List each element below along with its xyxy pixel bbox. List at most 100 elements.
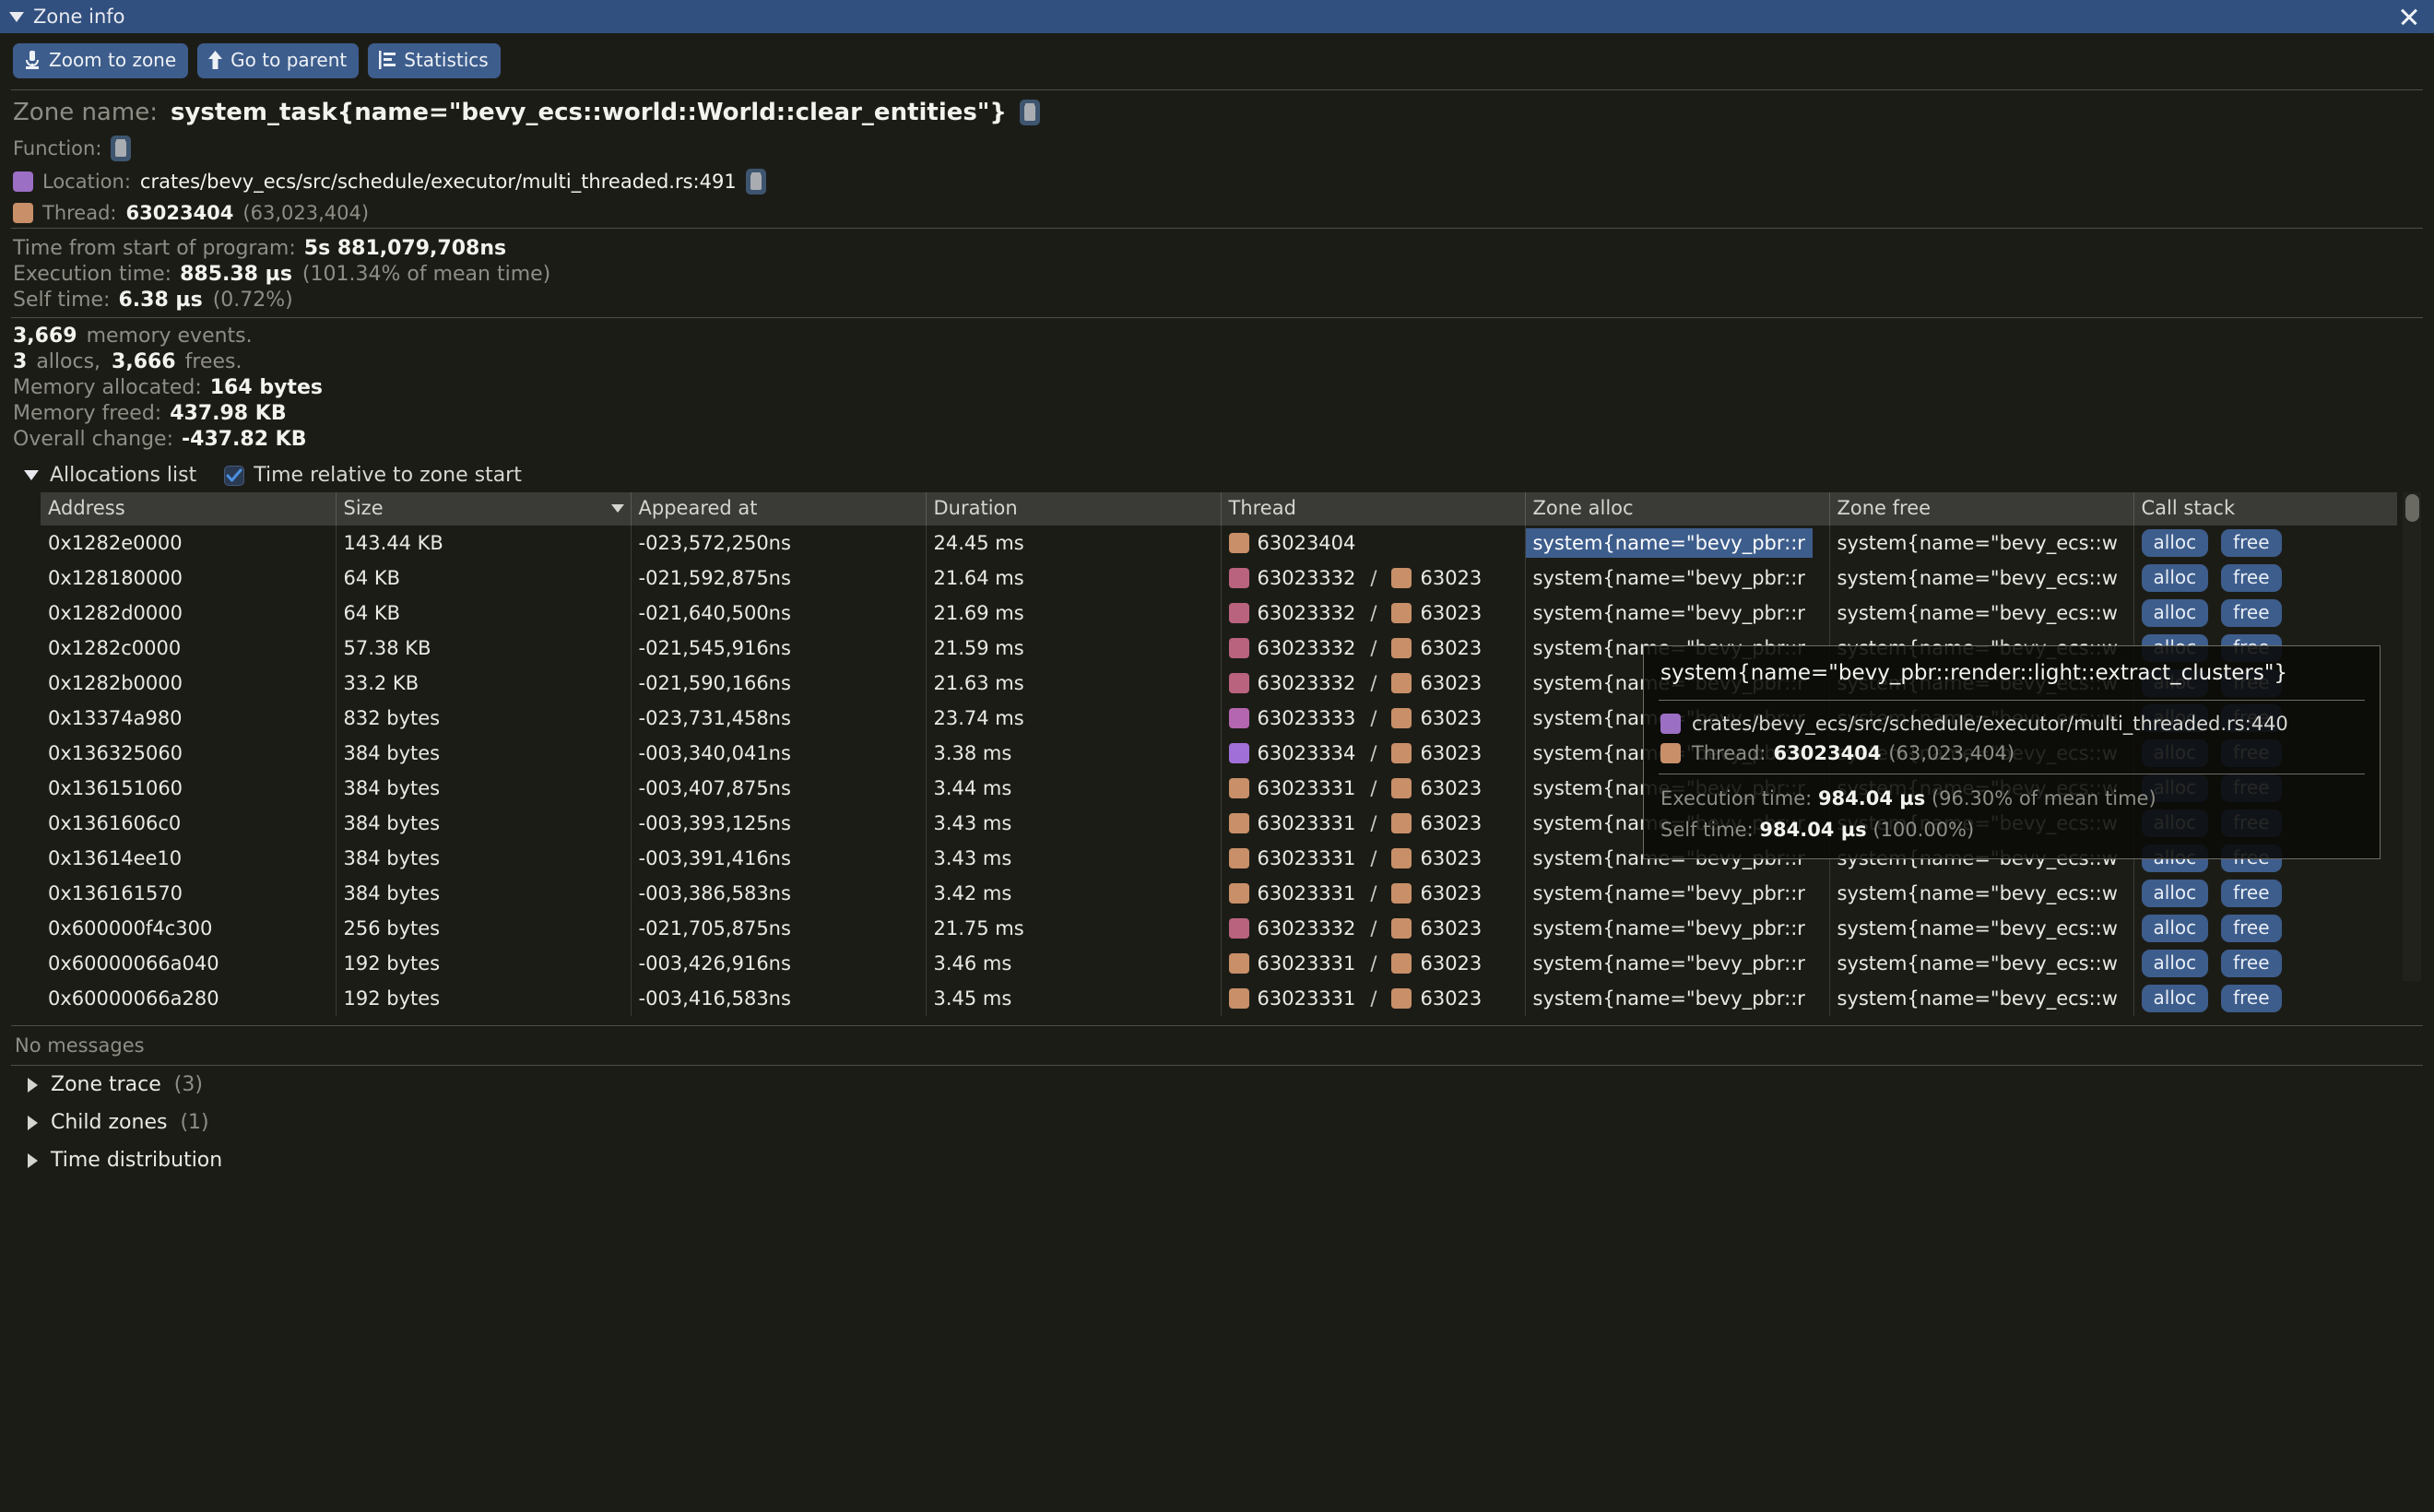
zone-alloc-value[interactable]: system{name="bevy_pbr::r xyxy=(1533,567,1805,589)
go-to-parent-button[interactable]: Go to parent xyxy=(197,43,360,78)
free-callstack-button[interactable]: free xyxy=(2221,529,2282,557)
cell-zone-alloc[interactable]: system{name="bevy_pbr::r xyxy=(1525,596,1830,631)
zone-free-value[interactable]: system{name="bevy_ecs::w xyxy=(1837,602,2118,624)
thread-separator: / xyxy=(1370,882,1377,904)
column-header-call-stack[interactable]: Call stack xyxy=(2133,492,2397,526)
allocations-collapse-triangle-down-icon[interactable] xyxy=(24,470,39,480)
alloc-callstack-button[interactable]: alloc xyxy=(2141,915,2209,942)
cell-zone-alloc[interactable]: system{name="bevy_pbr::r xyxy=(1525,946,1830,981)
column-header-thread[interactable]: Thread xyxy=(1221,492,1526,526)
cell-appeared-at: -003,416,583ns xyxy=(631,981,927,1016)
scrollbar-thumb[interactable] xyxy=(2405,494,2419,522)
cell-zone-alloc[interactable]: system{name="bevy_pbr::r xyxy=(1525,526,1830,561)
time-relative-checkbox[interactable] xyxy=(224,465,245,486)
free-callstack-button[interactable]: free xyxy=(2221,599,2282,627)
table-row[interactable]: 0x136161570 384 bytes -003,386,583ns 3.42 m… xyxy=(41,876,2397,911)
free-callstack-button[interactable]: free xyxy=(2221,880,2282,907)
alloc-callstack-button[interactable]: alloc xyxy=(2141,599,2209,627)
function-row: Function: xyxy=(11,132,2423,165)
table-row[interactable]: 0x60000066a280 192 bytes -003,416,583ns 3.4… xyxy=(41,981,2397,1016)
zone-free-value[interactable]: system{name="bevy_ecs::w xyxy=(1837,987,2118,1010)
location-value[interactable]: crates/bevy_ecs/src/schedule/executor/mu… xyxy=(140,171,737,193)
execution-time-value: 885.38 µs xyxy=(180,263,292,286)
alloc-callstack-button[interactable]: alloc xyxy=(2141,880,2209,907)
alloc-callstack-button[interactable]: alloc xyxy=(2141,950,2209,977)
zone-free-value[interactable]: system{name="bevy_ecs::w xyxy=(1837,952,2118,975)
cell-zone-free[interactable]: system{name="bevy_ecs::w xyxy=(1829,596,2134,631)
zone-trace-section[interactable]: Zone trace (3) xyxy=(11,1066,2423,1104)
zoom-to-zone-button[interactable]: Zoom to zone xyxy=(13,43,189,78)
cell-zone-free[interactable]: system{name="bevy_ecs::w xyxy=(1829,526,2134,561)
thread-separator: / xyxy=(1370,917,1377,939)
allocations-table-scrollbar[interactable] xyxy=(2403,492,2421,981)
copy-zone-name-clipboard-icon[interactable] xyxy=(1019,100,1040,125)
tooltip-execution-time-row: Execution time: 984.04 µs (96.30% of mea… xyxy=(1659,783,2365,814)
execution-time-pct: (101.34% of mean time) xyxy=(301,263,551,286)
free-callstack-button[interactable]: free xyxy=(2221,950,2282,977)
memory-allocated-label: Memory allocated: xyxy=(13,376,202,399)
cell-thread: 63023331 / 63023 xyxy=(1221,771,1526,806)
thread-b-color-swatch xyxy=(1391,953,1412,974)
cell-duration: 3.45 ms xyxy=(926,981,1222,1016)
child-zones-section[interactable]: Child zones (1) xyxy=(11,1104,2423,1141)
thread-b-color-swatch xyxy=(1391,568,1412,588)
cell-zone-alloc[interactable]: system{name="bevy_pbr::r xyxy=(1525,981,1830,1016)
zone-alloc-value[interactable]: system{name="bevy_pbr::r xyxy=(1533,602,1805,624)
cell-zone-alloc[interactable]: system{name="bevy_pbr::r xyxy=(1525,876,1830,911)
zone-alloc-value[interactable]: system{name="bevy_pbr::r xyxy=(1533,917,1805,939)
cell-size: 384 bytes xyxy=(336,876,632,911)
table-row[interactable]: 0x1282e0000 143.44 KB -023,572,250ns 24.45 … xyxy=(41,526,2397,561)
cell-zone-free[interactable]: system{name="bevy_ecs::w xyxy=(1829,876,2134,911)
alloc-callstack-button[interactable]: alloc xyxy=(2141,564,2209,592)
time-distribution-triangle-right-icon[interactable] xyxy=(28,1152,38,1168)
column-header-zone-alloc[interactable]: Zone alloc xyxy=(1525,492,1830,526)
free-callstack-button[interactable]: free xyxy=(2221,564,2282,592)
cell-zone-free[interactable]: system{name="bevy_ecs::w xyxy=(1829,981,2134,1016)
zone-alloc-value[interactable]: system{name="bevy_pbr::r xyxy=(1533,987,1805,1010)
thread-b-id: 63023 xyxy=(1420,987,1483,1010)
time-distribution-section[interactable]: Time distribution xyxy=(11,1141,2423,1179)
table-row[interactable]: 0x600000f4c300 256 bytes -021,705,875ns 21.… xyxy=(41,911,2397,946)
zone-free-value[interactable]: system{name="bevy_ecs::w xyxy=(1837,917,2118,939)
zone-free-value[interactable]: system{name="bevy_ecs::w xyxy=(1837,532,2118,554)
zone-alloc-value[interactable]: system{name="bevy_pbr::r xyxy=(1533,882,1805,904)
cell-zone-free[interactable]: system{name="bevy_ecs::w xyxy=(1829,946,2134,981)
thread-b-color-swatch xyxy=(1391,603,1412,623)
cell-duration: 21.59 ms xyxy=(926,631,1222,666)
column-header-duration[interactable]: Duration xyxy=(926,492,1222,526)
cell-zone-alloc[interactable]: system{name="bevy_pbr::r xyxy=(1525,911,1830,946)
column-header-zone-free[interactable]: Zone free xyxy=(1829,492,2134,526)
statistics-button[interactable]: Statistics xyxy=(368,43,501,78)
column-header-address[interactable]: Address xyxy=(41,492,337,526)
alloc-callstack-button[interactable]: alloc xyxy=(2141,529,2209,557)
zone-free-value[interactable]: system{name="bevy_ecs::w xyxy=(1837,882,2118,904)
zone-alloc-value[interactable]: system{name="bevy_pbr::r xyxy=(1533,952,1805,975)
memory-freed-value: 437.98 KB xyxy=(170,402,287,425)
time-relative-checkbox-label[interactable]: Time relative to zone start xyxy=(254,464,522,487)
copy-function-clipboard-icon[interactable] xyxy=(111,136,132,161)
cell-zone-alloc[interactable]: system{name="bevy_pbr::r xyxy=(1525,561,1830,596)
zone-trace-triangle-right-icon[interactable] xyxy=(28,1077,38,1093)
alloc-callstack-button[interactable]: alloc xyxy=(2141,985,2209,1012)
cell-address: 0x1282d0000 xyxy=(41,596,337,631)
column-header-appeared-at[interactable]: Appeared at xyxy=(631,492,927,526)
table-row[interactable]: 0x1282d0000 64 KB -021,640,500ns 21.69 ms 63… xyxy=(41,596,2397,631)
statistics-label: Statistics xyxy=(404,49,489,71)
cell-call-stack: alloc free xyxy=(2133,946,2397,981)
free-callstack-button[interactable]: free xyxy=(2221,985,2282,1012)
child-zones-triangle-right-icon[interactable] xyxy=(28,1115,38,1130)
triangle-down-icon[interactable] xyxy=(9,11,24,22)
copy-location-clipboard-icon[interactable] xyxy=(745,169,766,195)
cell-address: 0x60000066a280 xyxy=(41,981,337,1016)
free-callstack-button[interactable]: free xyxy=(2221,915,2282,942)
cell-zone-free[interactable]: system{name="bevy_ecs::w xyxy=(1829,561,2134,596)
cell-thread: 63023334 / 63023 xyxy=(1221,736,1526,771)
cell-zone-free[interactable]: system{name="bevy_ecs::w xyxy=(1829,911,2134,946)
table-row[interactable]: 0x60000066a040 192 bytes -003,426,916ns 3.4… xyxy=(41,946,2397,981)
cell-address: 0x136161570 xyxy=(41,876,337,911)
column-header-size[interactable]: Size xyxy=(336,492,632,526)
zone-free-value[interactable]: system{name="bevy_ecs::w xyxy=(1837,567,2118,589)
table-row[interactable]: 0x128180000 64 KB -021,592,875ns 21.64 ms 63… xyxy=(41,561,2397,596)
zone-alloc-value[interactable]: system{name="bevy_pbr::r xyxy=(1525,528,1813,558)
close-icon[interactable] xyxy=(2399,6,2419,27)
